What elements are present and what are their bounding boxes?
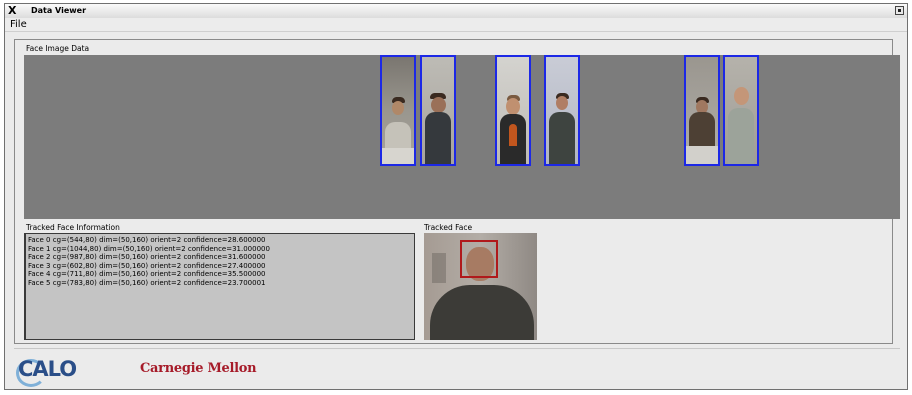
info-line: Face 5 cg=(783,80) dim=(50,160) orient=2… xyxy=(28,278,266,287)
carnegie-mellon-logo: Carnegie Mellon xyxy=(140,361,257,376)
footer-divider xyxy=(14,348,900,349)
info-line: Face 0 cg=(544,80) dim=(50,160) orient=2… xyxy=(28,236,266,244)
calo-logo: CALO xyxy=(16,356,84,387)
face-crop-4 xyxy=(684,55,720,166)
x-window-icon[interactable]: X xyxy=(8,4,16,18)
face-crop-3 xyxy=(544,55,580,166)
window-title: Data Viewer xyxy=(31,6,87,15)
face-crop-5 xyxy=(723,55,759,166)
window-menu-button[interactable] xyxy=(895,6,904,15)
info-line: Face 4 cg=(711,80) dim=(50,160) orient=2… xyxy=(28,270,266,279)
tracked-face-box xyxy=(460,240,498,278)
info-line: Face 3 cg=(602,80) dim=(50,160) orient=2… xyxy=(28,261,266,270)
menu-file[interactable]: File xyxy=(10,18,27,31)
face-image-data-label: Face Image Data xyxy=(26,44,90,53)
menu-bar: File xyxy=(5,18,907,32)
tracked-face-image xyxy=(424,233,537,340)
face-crop-2 xyxy=(495,55,531,166)
info-line: Face 2 cg=(987,80) dim=(50,160) orient=2… xyxy=(28,253,266,262)
tracked-face-label: Tracked Face xyxy=(424,223,473,232)
face-crop-0 xyxy=(380,55,416,166)
info-line: Face 1 cg=(1044,80) dim=(50,160) orient=… xyxy=(28,244,270,253)
face-image-panel xyxy=(24,55,900,219)
tracked-face-info-label: Tracked Face Information xyxy=(26,223,120,232)
tracked-face-info-box[interactable]: Face 0 cg=(544,80) dim=(50,160) orient=2… xyxy=(24,233,415,340)
face-crop-1 xyxy=(420,55,456,166)
title-bar[interactable]: X Data Viewer xyxy=(5,4,907,19)
